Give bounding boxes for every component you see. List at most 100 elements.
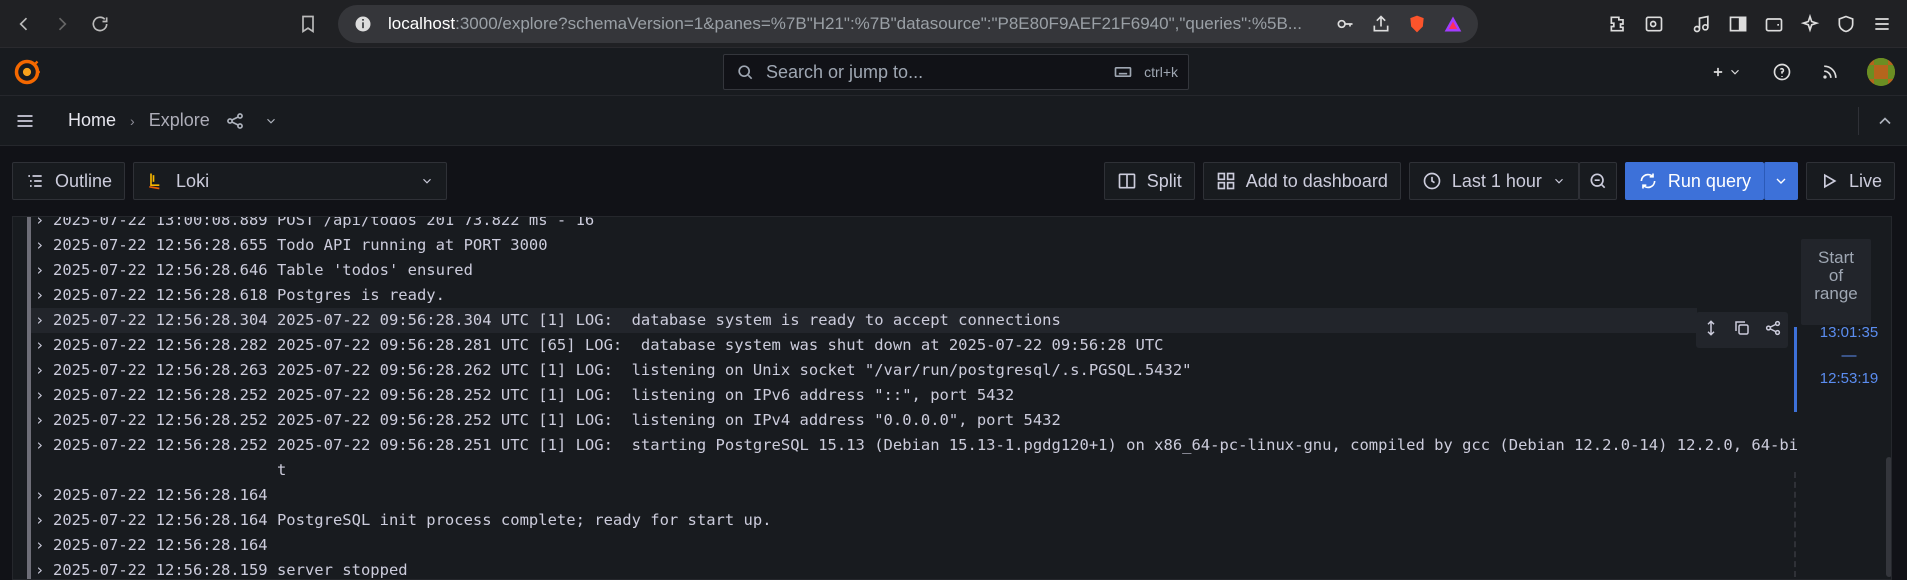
log-row[interactable]: › 2025-07-22 12:56:28.159 server stopped bbox=[27, 558, 408, 579]
zoom-out-icon bbox=[1590, 173, 1606, 189]
log-row[interactable]: › 2025-07-22 12:56:28.164 PostgreSQL init… bbox=[27, 508, 772, 533]
run-query-button[interactable]: Run query bbox=[1624, 162, 1764, 200]
log-row[interactable]: › 2025-07-22 13:00:08.889 POST /api/todos… bbox=[27, 216, 594, 233]
log-row[interactable]: › 2025-07-22 12:56:28.252 2025-07-22 09:5… bbox=[27, 408, 1061, 433]
extensions-area bbox=[1607, 13, 1897, 35]
log-row-hovered[interactable]: › 2025-07-22 12:56:28.304 2025-07-22 09:5… bbox=[27, 308, 1697, 333]
add-icon[interactable] bbox=[1705, 61, 1745, 83]
reload-icon[interactable] bbox=[86, 10, 114, 38]
datasource-picker[interactable]: Loki bbox=[133, 162, 448, 200]
reader-icon[interactable] bbox=[1643, 13, 1665, 35]
breadcrumb: Home › Explore bbox=[0, 96, 1907, 146]
run-query-label: Run query bbox=[1667, 170, 1751, 191]
breadcrumb-separator-icon: › bbox=[130, 112, 135, 129]
bookmark-icon[interactable] bbox=[294, 10, 322, 38]
extensions-icon[interactable] bbox=[1607, 13, 1629, 35]
url-text[interactable]: localhost:3000/explore?schemaVersion=1&p… bbox=[388, 14, 1320, 34]
log-row[interactable]: › 2025-07-22 12:56:28.282 2025-07-22 09:5… bbox=[27, 333, 1163, 358]
split-label: Split bbox=[1146, 170, 1182, 191]
share-link-icon[interactable] bbox=[1764, 319, 1782, 342]
zoom-out-button[interactable] bbox=[1578, 162, 1617, 200]
run-query-options-button[interactable] bbox=[1763, 162, 1798, 200]
scrollbar[interactable] bbox=[1886, 457, 1891, 577]
live-button[interactable]: Live bbox=[1805, 162, 1895, 200]
clock-icon bbox=[1423, 172, 1441, 190]
grafana-logo-icon[interactable] bbox=[12, 57, 42, 87]
search-icon bbox=[734, 61, 756, 83]
copy-icon[interactable] bbox=[1733, 319, 1751, 342]
news-feed-icon[interactable] bbox=[1819, 61, 1841, 83]
leo-ai-icon[interactable] bbox=[1799, 13, 1821, 35]
search-bar[interactable]: Search or jump to... ctrl+k bbox=[723, 54, 1189, 90]
search-shortcut: ctrl+k bbox=[1144, 64, 1178, 80]
add-to-dashboard-button[interactable]: Add to dashboard bbox=[1202, 162, 1401, 200]
log-row[interactable]: › 2025-07-22 12:56:28.646 Table 'todos' e… bbox=[27, 258, 473, 283]
address-bar[interactable]: localhost:3000/explore?schemaVersion=1&p… bbox=[338, 4, 1478, 43]
chevron-right-icon: › bbox=[35, 236, 45, 254]
chevron-down-icon[interactable] bbox=[260, 110, 282, 132]
browser-toolbar: localhost:3000/explore?schemaVersion=1&p… bbox=[0, 0, 1907, 48]
chevron-up-icon bbox=[1879, 116, 1891, 124]
explore-toolbar: Outline Loki Split Add to dashboard Last… bbox=[0, 146, 1907, 216]
outline-icon bbox=[28, 175, 42, 187]
split-icon bbox=[1118, 173, 1136, 189]
grafana-topbar: Search or jump to... ctrl+k bbox=[0, 48, 1907, 96]
chevron-right-icon: › bbox=[35, 411, 45, 429]
chevron-right-icon: › bbox=[35, 561, 45, 579]
log-row[interactable]: › 2025-07-22 12:56:28.618 Postgres is rea… bbox=[27, 283, 445, 308]
range-indicator bbox=[1794, 327, 1797, 412]
chevron-right-icon: › bbox=[35, 311, 45, 329]
chevron-right-icon: › bbox=[35, 286, 45, 304]
brave-shield-icon[interactable] bbox=[1406, 13, 1428, 35]
outline-label: Outline bbox=[55, 170, 113, 191]
breadcrumb-current: Explore bbox=[148, 110, 210, 130]
music-icon[interactable] bbox=[1691, 13, 1713, 35]
chevron-right-icon: › bbox=[35, 386, 45, 404]
show-context-icon[interactable] bbox=[1702, 319, 1720, 342]
range-times[interactable]: 13:01:35 — 12:53:19 bbox=[1807, 321, 1891, 390]
datasource-name: Loki bbox=[176, 170, 210, 191]
wallet-icon[interactable] bbox=[1763, 13, 1785, 35]
share-link-icon[interactable] bbox=[224, 110, 246, 132]
loki-logo-icon bbox=[149, 173, 160, 190]
brave-rewards-icon[interactable] bbox=[1442, 13, 1464, 35]
breadcrumb-home[interactable]: Home bbox=[68, 110, 116, 131]
log-row[interactable]: › 2025-07-22 12:56:28.164 bbox=[27, 533, 268, 558]
user-avatar[interactable] bbox=[1867, 57, 1895, 86]
time-range-picker[interactable]: Last 1 hour bbox=[1408, 162, 1579, 200]
live-label: Live bbox=[1848, 170, 1882, 191]
sidebar-icon[interactable] bbox=[1727, 13, 1749, 35]
log-row[interactable]: › 2025-07-22 12:56:28.164 bbox=[27, 483, 268, 508]
log-row[interactable]: › 2025-07-22 12:56:28.252 2025-07-22 09:5… bbox=[27, 383, 1014, 408]
chevron-down-icon bbox=[1554, 178, 1563, 184]
split-button[interactable]: Split bbox=[1103, 162, 1195, 200]
site-info-icon[interactable] bbox=[352, 13, 374, 35]
log-row[interactable]: › 2025-07-22 12:56:28.252 2025-07-22 09:5… bbox=[27, 433, 1798, 483]
vpn-icon[interactable] bbox=[1835, 13, 1857, 35]
outline-button[interactable]: Outline bbox=[12, 162, 126, 200]
back-icon[interactable] bbox=[10, 10, 38, 38]
help-icon[interactable] bbox=[1771, 61, 1793, 83]
play-icon bbox=[1823, 173, 1837, 189]
apps-icon bbox=[1217, 172, 1235, 190]
search-placeholder: Search or jump to... bbox=[766, 61, 924, 82]
range-divider bbox=[1794, 472, 1796, 577]
sync-icon bbox=[1640, 173, 1656, 189]
chevron-right-icon: › bbox=[35, 216, 45, 229]
collapse-header-button[interactable] bbox=[1858, 106, 1895, 135]
log-row[interactable]: › 2025-07-22 12:56:28.655 Todo API runnin… bbox=[27, 233, 548, 258]
key-icon[interactable] bbox=[1334, 13, 1356, 35]
share-icon[interactable] bbox=[1370, 13, 1392, 35]
chevron-right-icon: › bbox=[35, 486, 45, 504]
menu-icon[interactable] bbox=[1871, 13, 1893, 35]
hamburger-menu-icon[interactable] bbox=[12, 110, 38, 132]
start-of-range-button[interactable]: Start of range bbox=[1801, 239, 1871, 325]
chevron-right-icon: › bbox=[35, 536, 45, 554]
chevron-down-icon bbox=[423, 178, 431, 184]
forward-icon[interactable] bbox=[48, 10, 76, 38]
time-range-label: Last 1 hour bbox=[1451, 170, 1542, 191]
chevron-right-icon: › bbox=[35, 436, 45, 454]
add-to-dashboard-label: Add to dashboard bbox=[1245, 170, 1388, 191]
log-row[interactable]: › 2025-07-22 12:56:28.263 2025-07-22 09:5… bbox=[27, 358, 1191, 383]
log-row-actions bbox=[1696, 312, 1788, 348]
